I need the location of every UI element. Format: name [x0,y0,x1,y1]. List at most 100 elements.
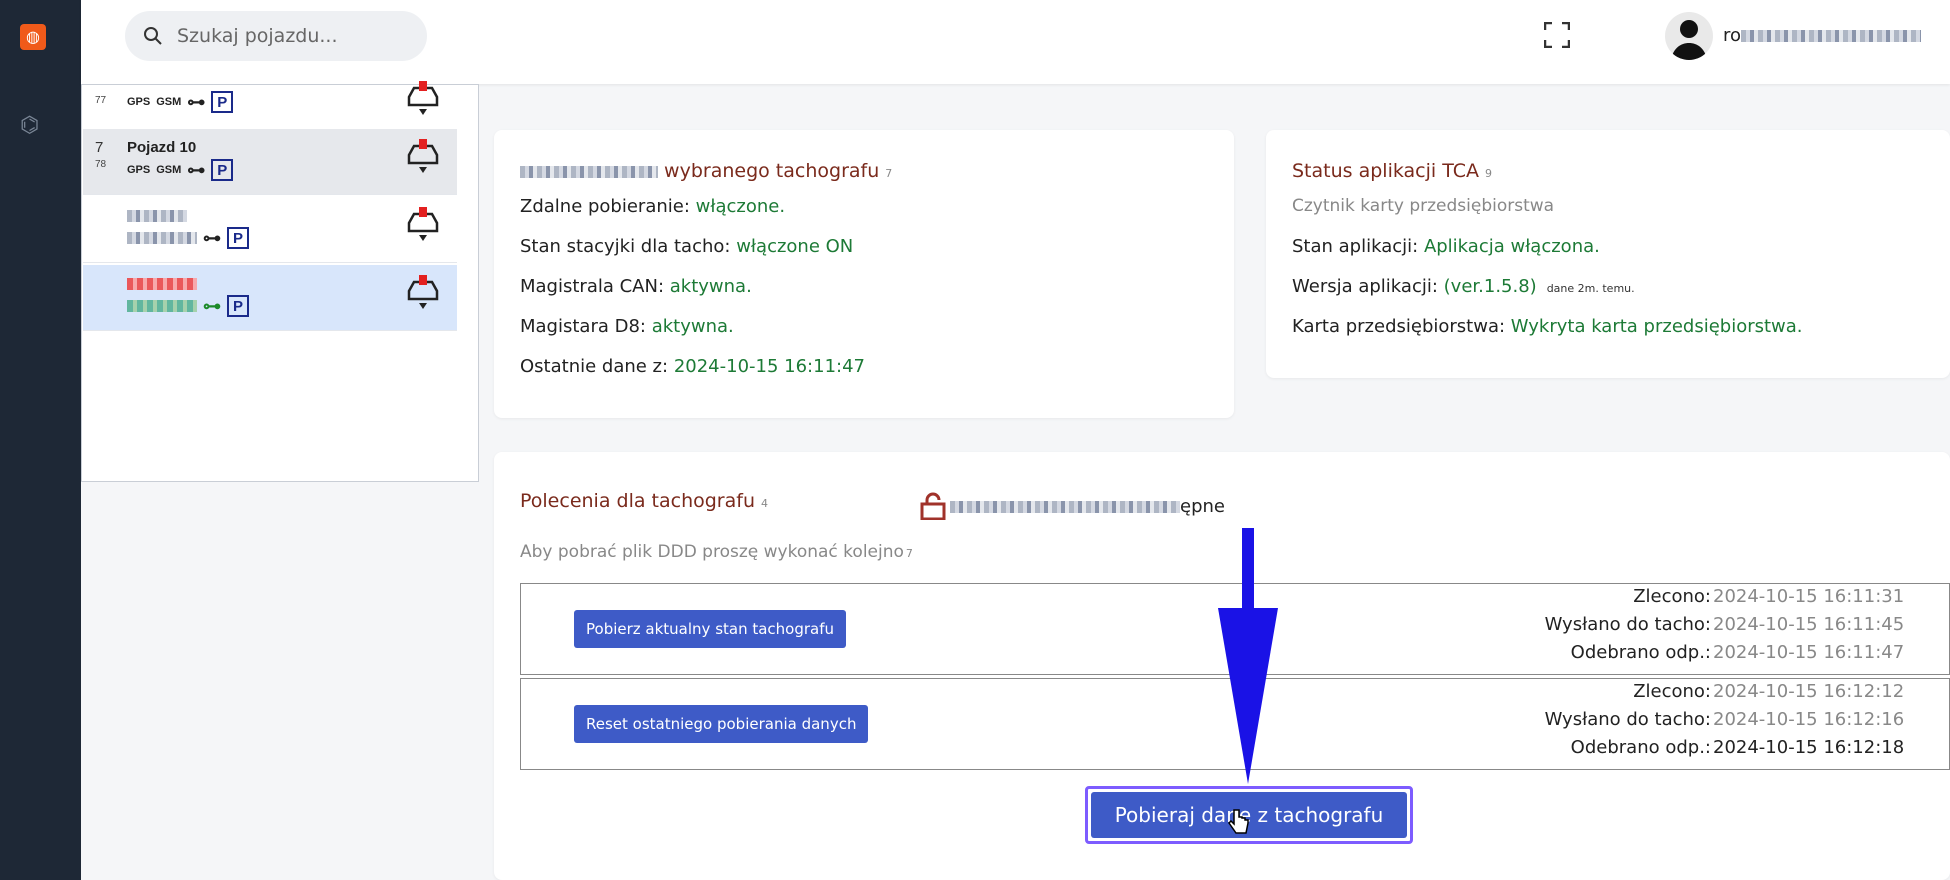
search-input[interactable] [177,25,397,47]
redacted-text [127,278,197,291]
redacted-text [127,232,197,244]
app-state-line: Stan aplikacji: Aplikacja włączona. [1292,236,1600,257]
ignition-key-icon: ⊶ [203,295,221,316]
line-label: Stan aplikacji: [1292,236,1419,257]
redacted-text [127,300,197,312]
received-value: 2024-10-15 16:11:47 [1713,642,1905,663]
redacted-text [520,165,658,178]
get-tacho-state-button[interactable]: Pobierz aktualny stan tachografu [574,610,847,648]
line-value: (ver.1.5.8) [1443,276,1537,297]
user-name-text: ro [1723,25,1742,46]
vehicle-status-icons: GPS GSM ⊶ P [127,91,234,113]
vehicle-name [127,207,187,224]
status-tail: ępne [1180,496,1225,517]
remote-download-line: Zdalne pobieranie: włączone. [520,196,785,217]
line-value: Aplikacja włączona. [1423,236,1600,257]
car-icon [407,139,439,173]
vehicle-row[interactable]: ⊶ P [83,197,457,263]
sent-value: 2024-10-15 16:11:45 [1713,614,1905,635]
user-name[interactable]: ro [1723,25,1922,46]
instruction-label: Aby pobrać plik DDD proszę wykonać kolej… [520,542,904,562]
lock-icon [920,492,946,520]
vehicle-row-selected[interactable]: ⊶ P [83,265,457,331]
vehicle-status-icons: GPS GSM ⊶ P [127,159,234,181]
can-bus-line: Magistrala CAN: aktywna. [520,276,752,297]
tca-status-card: Status aplikacji TCA 9 Czytnik karty prze… [1266,130,1950,378]
line-label: Zdalne pobieranie: [520,196,690,217]
card-title: wybranego tachografu 7 [520,160,892,182]
tachograph-status-card: wybranego tachografu 7 Zdalne pobieranie:… [494,130,1234,418]
card-title: Status aplikacji TCA 9 [1292,160,1492,182]
availability-status: ępne [950,496,1225,517]
vehicle-number: 7 [95,139,104,156]
vehicle-search[interactable] [125,11,427,61]
ignition-key-icon: ⊶ [187,91,206,112]
gsm-tag: GSM [156,164,182,176]
title-sup: 4 [761,497,768,510]
line-label: Ostatnie dane z: [520,356,669,377]
received-label: Odebrano odp.: [1570,642,1711,663]
pointer-arrow-icon [1218,528,1278,784]
vehicle-status-icons: ⊶ P [127,227,249,249]
ignition-key-icon: ⊶ [187,159,206,180]
sent-label: Wysłano do tacho: [1544,709,1711,730]
ordered-value: 2024-10-15 16:11:31 [1713,586,1905,607]
vehicle-name [127,275,197,292]
command-timeline: Zlecono: 2024-10-15 16:11:31 Wysłano do t… [1545,586,1949,670]
sent-label: Wysłano do tacho: [1544,614,1711,635]
title-sup: 9 [1484,167,1492,180]
sent-value: 2024-10-15 16:12:16 [1713,709,1905,730]
line-label: Magistrala CAN: [520,276,665,297]
card-title-text: Status aplikacji TCA [1292,160,1479,182]
command-timeline: Zlecono: 2024-10-15 16:12:12 Wysłano do t… [1545,681,1949,765]
card-title-text: wybranego tachografu [664,160,880,182]
vehicle-index: 78 [95,159,107,170]
line-value: Wykryta karta przedsiębiorstwa. [1510,316,1803,337]
car-icon [407,207,439,241]
line-value: aktywna. [651,316,734,337]
line-value: 2024-10-15 16:11:47 [673,356,865,377]
hand-cursor-icon [1228,809,1249,834]
line-label: Magistara D8: [520,316,646,337]
gps-tag: GPS [127,96,151,108]
ordered-label: Zlecono: [1633,681,1711,702]
company-card-line: Karta przedsiębiorstwa: Wykryta karta pr… [1292,316,1803,337]
card-title: Polecenia dla tachografu 4 [520,490,768,512]
line-value: włączone ON [736,236,854,257]
left-sidebar: ◍ ⌬ [0,0,81,880]
parking-icon: P [227,227,249,249]
user-avatar[interactable] [1665,12,1713,60]
ignition-line: Stan stacyjki dla tacho: włączone ON [520,236,853,257]
redacted-text [950,501,1180,513]
last-data-line: Ostatnie dane z: 2024-10-15 16:11:47 [520,356,865,377]
vehicle-status-icons: ⊶ P [127,295,249,317]
gsm-tag: GSM [156,96,182,108]
fullscreen-icon[interactable] [1544,22,1570,48]
line-label: Stan stacyjki dla tacho: [520,236,731,257]
top-bar: ro [81,0,1950,84]
card-subtitle: Czytnik karty przedsiębiorstwa [1292,196,1555,216]
car-icon [407,81,439,115]
reset-last-download-button[interactable]: Reset ostatniego pobierania danych [574,705,869,743]
vehicle-name: Pojazd 10 [127,139,197,156]
ignition-key-icon: ⊶ [203,227,221,248]
parking-icon: P [227,295,249,317]
app-version-line: Wersja aplikacji: (ver.1.5.8) dane 2m. te… [1292,276,1635,297]
search-icon [144,27,162,45]
instruction-text: Aby pobrać plik DDD proszę wykonać kolej… [520,542,913,562]
ordered-label: Zlecono: [1633,586,1711,607]
vehicle-row[interactable]: 7 78 Pojazd 10 GPS GSM ⊶ P [83,129,457,195]
vehicle-list: 77 GPS GSM ⊶ P 7 78 Pojazd 10 GPS GSM ⊶ … [81,81,479,482]
parking-icon: P [211,159,234,181]
app-logo-icon[interactable]: ◍ [20,24,46,50]
line-label: Wersja aplikacji: [1292,276,1438,297]
title-sup: 7 [885,167,893,180]
received-value: 2024-10-15 16:12:18 [1713,737,1905,758]
gps-tag: GPS [127,164,151,176]
line-value: włączone. [695,196,786,217]
d8-bus-line: Magistara D8: aktywna. [520,316,734,337]
voicemail-icon[interactable]: ⌬ [20,112,39,138]
ordered-value: 2024-10-15 16:12:12 [1713,681,1905,702]
card-title-text: Polecenia dla tachografu [520,490,755,512]
vehicle-index: 77 [95,95,107,106]
